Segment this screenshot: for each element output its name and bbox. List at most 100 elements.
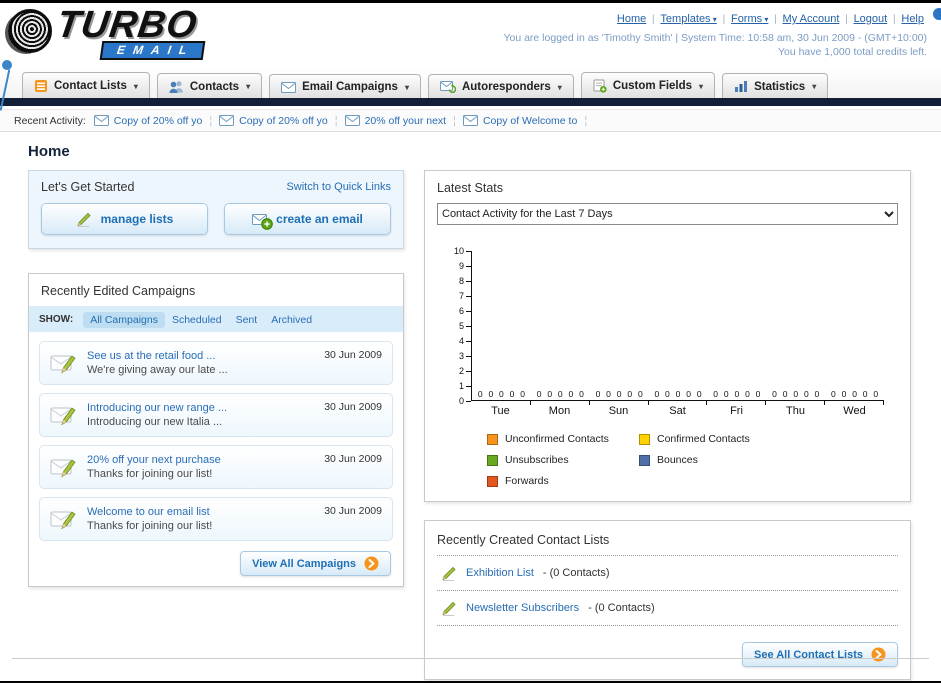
plus-icon [261, 217, 273, 230]
envelope-icon [462, 115, 478, 126]
chart-value-labels: 00000 [472, 389, 531, 399]
chart-legend: Unconfirmed Contacts Confirmed Contacts Un… [487, 433, 894, 487]
campaign-filter-tabs: All Campaigns Scheduled Sent Archived [83, 310, 319, 328]
separator: | [649, 14, 658, 25]
nav-tab-contacts[interactable]: Contacts ▾ [156, 73, 263, 98]
contact-lists-panel: Recently Created Contact Lists Exhibitio… [424, 520, 911, 680]
campaign-subtitle: Introducing our new Italia ... [87, 416, 223, 428]
campaign-date: 30 Jun 2009 [324, 453, 382, 465]
campaign-filter-sent[interactable]: Sent [229, 312, 265, 328]
chevron-down-icon: ▾ [557, 82, 562, 92]
y-axis-label: 10 [453, 246, 464, 256]
separator: ¦ [209, 114, 213, 127]
recent-activity-item[interactable]: Copy of 20% off yo [93, 115, 202, 127]
nav-tab-statistics[interactable]: Statistics ▾ [722, 73, 829, 98]
see-all-contact-lists-button[interactable]: See All Contact Lists [741, 642, 898, 667]
nav-tab-autoresponders[interactable]: Autoresponders ▾ [427, 74, 574, 98]
manage-lists-button[interactable]: manage lists [41, 203, 208, 235]
campaign-row[interactable]: See us at the retail food ... We're givin… [39, 341, 393, 385]
x-axis-label: Tue [491, 405, 510, 417]
envelope-icon [219, 115, 235, 126]
logo-swirl-icon [8, 9, 52, 53]
chart-value-label: 0 [536, 389, 542, 399]
campaign-row[interactable]: Welcome to our email list Thanks for join… [39, 497, 393, 541]
campaign-title-link[interactable]: 20% off your next purchase [87, 454, 221, 466]
view-all-campaigns-button[interactable]: View All Campaigns [240, 551, 391, 576]
top-link-forms[interactable]: Forms ▾ [731, 13, 768, 25]
chart-value-label: 0 [665, 389, 670, 399]
nav-tab-contact-lists[interactable]: Contact Lists ▾ [22, 72, 150, 98]
campaign-list: See us at the retail food ... We're givin… [29, 332, 403, 545]
campaign-title-link[interactable]: Introducing our new range ... [87, 402, 227, 414]
legend-swatch [639, 454, 650, 466]
app-logo[interactable]: TURBO EMAIL [8, 4, 206, 67]
legend-item-bounces: Bounces [639, 454, 791, 466]
contact-list-row[interactable]: Exhibition List - (0 Contacts) [437, 556, 898, 591]
campaign-row[interactable]: 20% off your next purchase Thanks for joi… [39, 445, 393, 489]
x-axis-label: Fri [730, 405, 743, 417]
top-link-templates[interactable]: Templates ▾ [660, 13, 716, 25]
legend-swatch [639, 433, 650, 445]
view-all-campaigns-label: View All Campaigns [252, 557, 356, 570]
chart-value-label: 0 [852, 389, 857, 399]
recent-activity-item[interactable]: 20% off your next [344, 115, 446, 127]
campaigns-footer: View All Campaigns [29, 545, 403, 576]
campaign-date: 30 Jun 2009 [324, 349, 382, 361]
chart-value-label: 0 [488, 389, 494, 399]
top-link-home[interactable]: Home [617, 13, 646, 25]
chart-value-label: 0 [723, 389, 729, 399]
campaign-row[interactable]: Introducing our new range ... Introducing… [39, 393, 393, 437]
chart-plot-area: 0 1 2 3 4 5 6 7 8 9 10 000000000000000000000000000… [445, 246, 894, 406]
x-axis-label: Thu [786, 405, 805, 417]
contact-list-count: - (0 Contacts) [588, 602, 655, 614]
contact-list-row[interactable]: Newsletter Subscribers - (0 Contacts) [437, 591, 898, 626]
nav-tab-custom-fields[interactable]: Custom Fields ▾ [580, 72, 716, 98]
footer-divider [12, 658, 929, 659]
chart-value-label: 0 [595, 389, 601, 399]
chart-group-wed: 00000 [825, 251, 884, 405]
contact-list-link[interactable]: Newsletter Subscribers [466, 602, 579, 614]
get-started-title: Let's Get Started [41, 180, 135, 194]
y-axis-label: 1 [458, 381, 464, 391]
switch-quick-links-link[interactable]: Switch to Quick Links [286, 181, 391, 193]
chevron-down-icon: ▾ [710, 15, 717, 24]
campaign-filter-scheduled[interactable]: Scheduled [165, 312, 229, 328]
separator: ¦ [584, 114, 588, 127]
recent-activity-item[interactable]: Copy of 20% off yo [219, 115, 328, 127]
legend-swatch [487, 454, 498, 466]
legend-label: Bounces [657, 454, 698, 466]
right-column: Latest Stats Contact Activity for the La… [424, 170, 911, 680]
chart-group-sat: 00000 [649, 251, 708, 405]
envelope-pencil-icon [50, 456, 77, 479]
nav-tab-email-campaigns[interactable]: Email Campaigns ▾ [269, 74, 421, 98]
top-link-help[interactable]: Help [901, 13, 924, 25]
top-link-logout[interactable]: Logout [854, 13, 888, 25]
get-started-buttons: manage lists create an email [41, 203, 391, 235]
y-axis-label: 7 [458, 291, 464, 301]
credits-status: You have 1,000 total credits left. [777, 46, 927, 58]
envelope-icon [93, 115, 109, 126]
recent-activity-item-label: Copy of Welcome to [482, 114, 578, 127]
campaign-title-link[interactable]: See us at the retail food ... [87, 350, 228, 362]
campaign-filter-all-campaigns[interactable]: All Campaigns [83, 312, 165, 328]
latest-stats-title: Latest Stats [437, 181, 504, 195]
stats-range-select[interactable]: Contact Activity for the Last 7 Days [437, 203, 898, 225]
campaign-filter-archived[interactable]: Archived [264, 312, 319, 328]
separator: ¦ [334, 114, 338, 127]
recent-activity-item[interactable]: Copy of Welcome to [462, 114, 578, 127]
recent-activity-items: Copy of 20% off yo ¦ Copy of 20% off yo ¦ 20… [93, 114, 588, 127]
chart-value-labels: 00000 [825, 389, 884, 399]
top-link-my-account[interactable]: My Account [783, 13, 840, 25]
chevron-down-icon: ▾ [246, 82, 251, 91]
y-axis-label: 8 [458, 276, 464, 286]
campaign-date: 30 Jun 2009 [324, 401, 382, 413]
campaign-title-link[interactable]: Welcome to our email list [87, 506, 212, 518]
envelope-plus-icon [252, 213, 273, 230]
campaigns-title: Recently Edited Campaigns [41, 284, 196, 298]
logo-text: TURBO EMAIL [54, 4, 206, 60]
separator: | [842, 14, 851, 25]
contact-list-link[interactable]: Exhibition List [466, 567, 534, 579]
campaign-subtitle: Thanks for joining our list! [87, 468, 213, 480]
chart-value-label: 0 [654, 389, 660, 399]
create-email-button[interactable]: create an email [224, 203, 391, 235]
